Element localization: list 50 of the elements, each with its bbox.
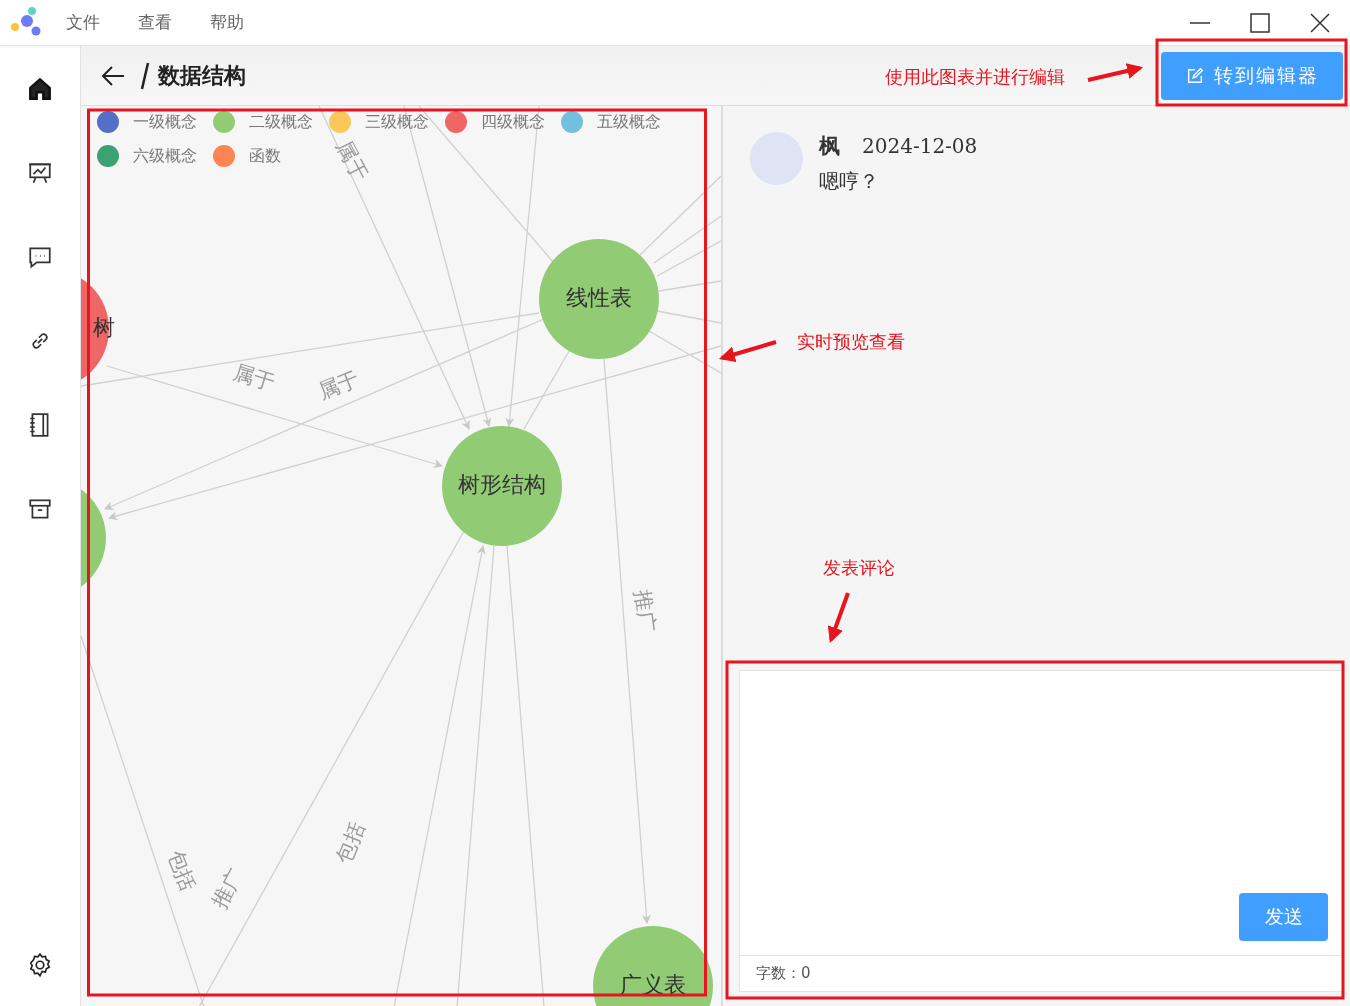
legend-dot[interactable] <box>445 111 467 133</box>
settings-icon[interactable] <box>27 952 53 978</box>
node-label: 树形结构 <box>458 472 546 497</box>
legend-label[interactable]: 一级概念 <box>133 111 197 133</box>
chat-icon[interactable] <box>27 244 53 270</box>
character-count: 字数：0 <box>756 964 811 983</box>
graph-node[interactable] <box>442 426 562 546</box>
legend-label[interactable]: 五级概念 <box>597 111 661 133</box>
presentation-board-icon[interactable] <box>27 160 53 186</box>
legend-label[interactable]: 四级概念 <box>481 111 545 133</box>
page-title: 数据结构 <box>158 61 246 90</box>
open-editor-button[interactable]: 转到编辑器 <box>1161 51 1343 100</box>
legend-dot[interactable] <box>213 145 235 167</box>
annotation-arrow <box>1087 63 1144 82</box>
legend-dot[interactable] <box>561 111 583 133</box>
comment-text: 嗯哼？ <box>819 168 880 195</box>
send-button[interactable]: 发送 <box>1239 893 1328 941</box>
menu-item[interactable]: 查看 <box>138 11 172 34</box>
menu-item[interactable]: 帮助 <box>210 11 244 34</box>
comment-date: 2024-12-08 <box>862 134 978 158</box>
edit-icon <box>1185 66 1204 85</box>
annotation-arrow <box>718 340 777 363</box>
graph-node[interactable] <box>539 239 659 359</box>
edge-label: 属于 <box>230 359 278 395</box>
edge-label: 包括 <box>162 846 201 895</box>
legend-label[interactable]: 二级概念 <box>249 111 313 133</box>
legend-label[interactable]: 六级概念 <box>133 145 197 167</box>
annotation-note: 使用此图表并进行编辑 <box>885 65 1065 89</box>
menu-item[interactable]: 文件 <box>66 11 100 34</box>
legend-label[interactable]: 函数 <box>249 145 281 167</box>
graph-node[interactable] <box>593 926 713 1006</box>
annotation-arrow <box>827 592 850 643</box>
slash-separator-icon <box>140 60 150 91</box>
archive-box-icon[interactable] <box>27 496 53 522</box>
edge-label: 推广 <box>630 588 660 634</box>
edge-label: 属于 <box>314 366 363 405</box>
comment-author: 枫 <box>819 133 840 160</box>
legend-label[interactable]: 三级概念 <box>365 111 429 133</box>
edge-label: 属于 <box>331 136 373 185</box>
legend-dot[interactable] <box>97 145 119 167</box>
node-label: 线性表 <box>566 285 632 310</box>
home-icon[interactable] <box>27 76 53 102</box>
edge-label: 推广 <box>207 864 249 913</box>
annotation-note: 实时预览查看 <box>797 330 905 354</box>
maximize-icon[interactable] <box>1249 11 1271 34</box>
close-icon[interactable] <box>1309 11 1331 34</box>
annotation-note: 发表评论 <box>823 556 895 580</box>
legend-dot[interactable] <box>213 111 235 133</box>
legend-dot[interactable] <box>97 111 119 133</box>
edge-label: 包括 <box>331 818 370 867</box>
